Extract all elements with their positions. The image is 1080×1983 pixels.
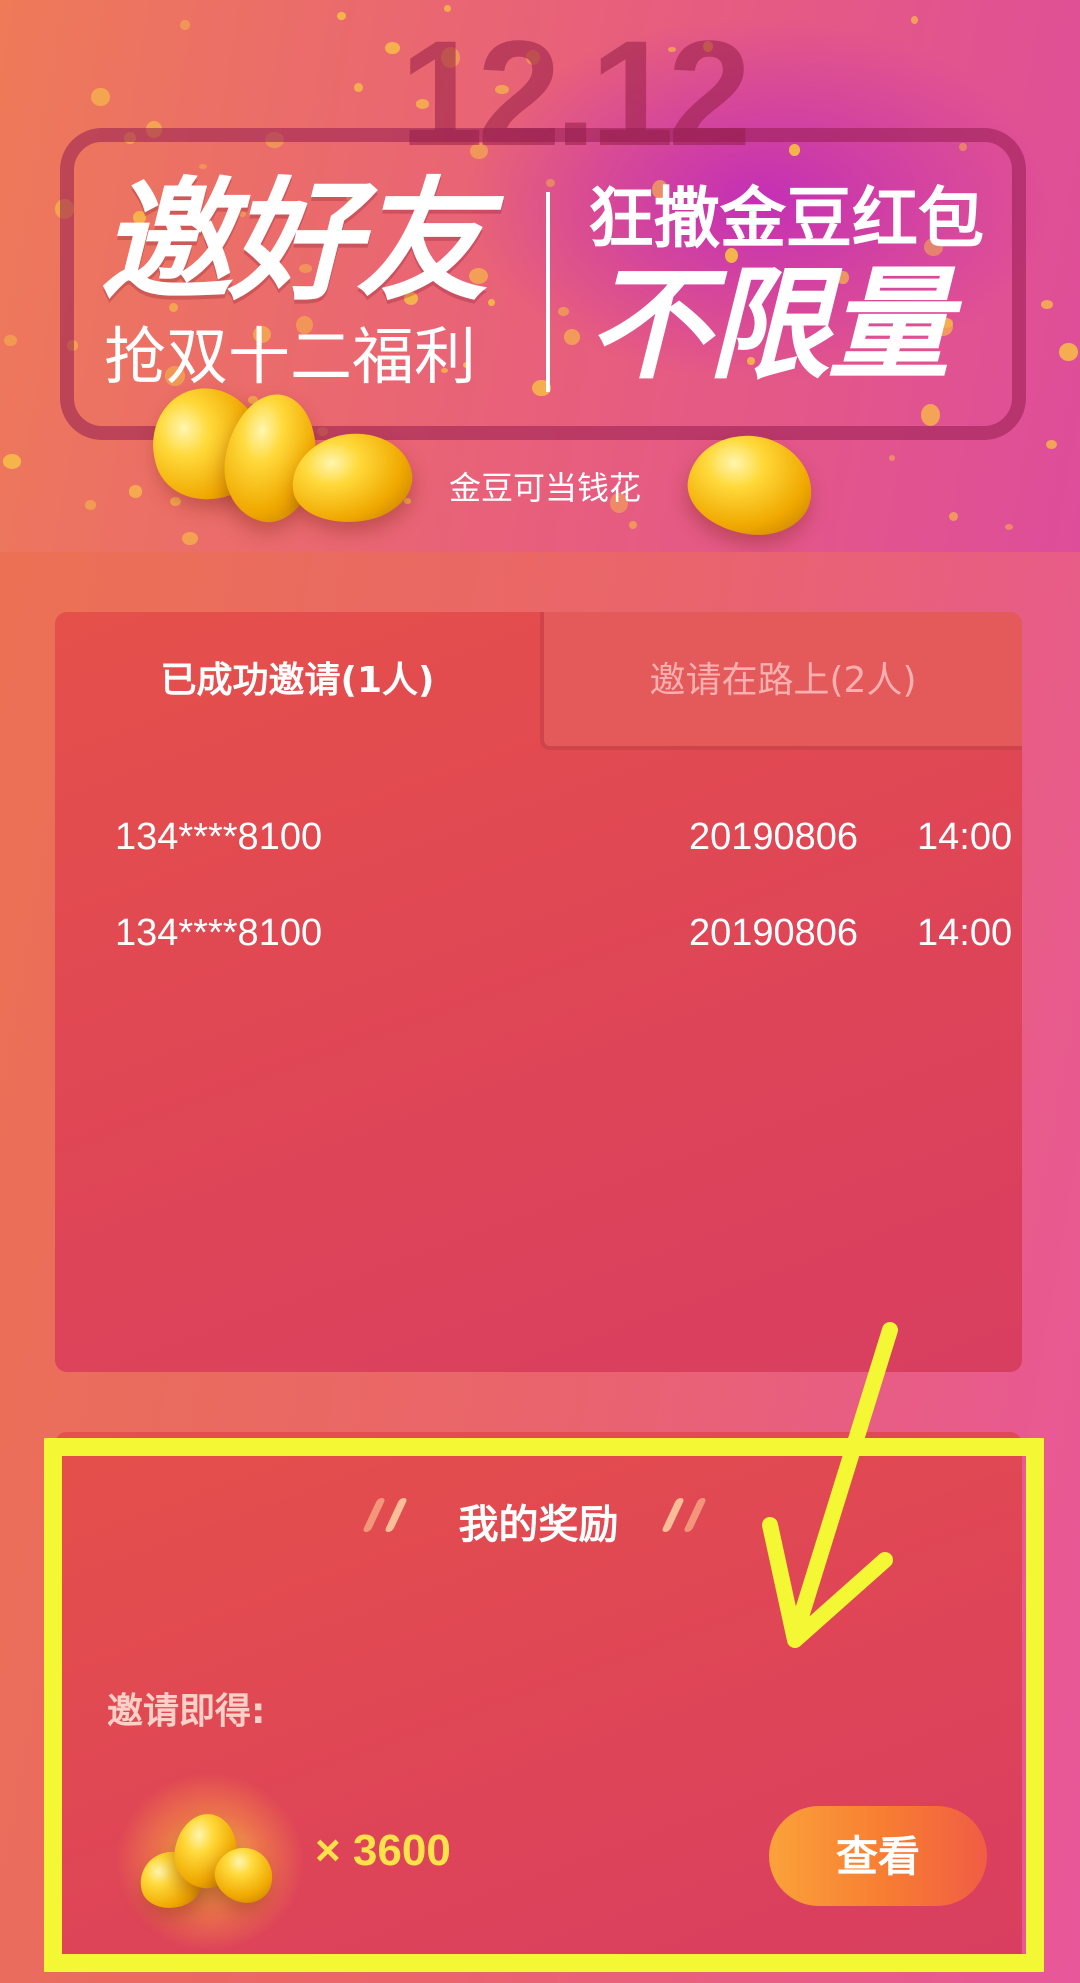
invitee-phone: 134****8100 (115, 912, 323, 954)
banner-title-sub: 抢双十二福利 (104, 320, 477, 393)
promo-banner: 12.12 邀好友 抢双十二福利 狂撒金豆红包 不限量 金豆可当钱花 (0, 0, 1080, 552)
list-item: 134****8100 20190806 14:00 (115, 912, 1015, 972)
tab-invited-success[interactable]: 已成功邀请(1人) (55, 612, 540, 750)
invite-date: 20190806 (689, 816, 859, 858)
tab-invite-pending[interactable]: 邀请在路上(2人) (540, 612, 1022, 750)
banner-title-right-big: 不限量 (588, 257, 950, 393)
list-item: 134****8100 20190806 14:00 (115, 816, 1015, 876)
invitee-phone: 134****8100 (115, 816, 323, 858)
banner-title-main: 邀好友 (100, 168, 488, 315)
invite-date: 20190806 (689, 912, 859, 954)
invite-time: 14:00 (917, 816, 1013, 858)
highlight-box (44, 1438, 1044, 1972)
banner-title-right-top: 狂撒金豆红包 (588, 180, 984, 257)
invite-time: 14:00 (917, 912, 1013, 954)
banner-divider (546, 192, 550, 392)
banner-tagline: 金豆可当钱花 (448, 469, 641, 507)
invite-list-card: 已成功邀请(1人) 邀请在路上(2人) 134****8100 20190806… (55, 612, 1022, 1372)
